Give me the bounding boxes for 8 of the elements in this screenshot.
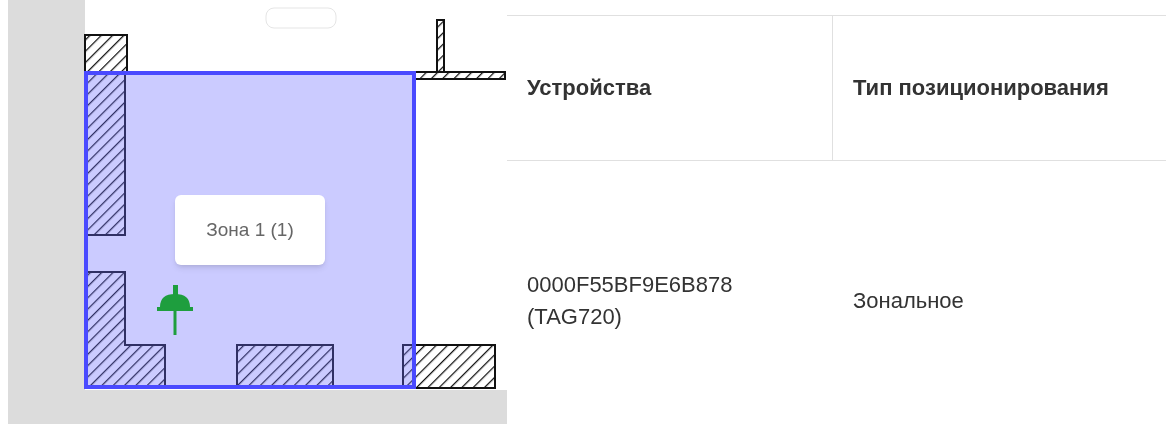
map-control[interactable] [265,7,337,29]
table-cell: 0000F55BF9E6B878 (TAG720) [527,272,733,329]
table-cell: Зональное [853,288,964,314]
zone-tooltip: Зона 1 (1) [175,195,325,265]
zone-area[interactable] [84,71,416,389]
column-header: Устройства [527,73,653,102]
antenna-icon[interactable] [157,285,193,335]
column-header: Тип позиционирования [853,73,1110,102]
